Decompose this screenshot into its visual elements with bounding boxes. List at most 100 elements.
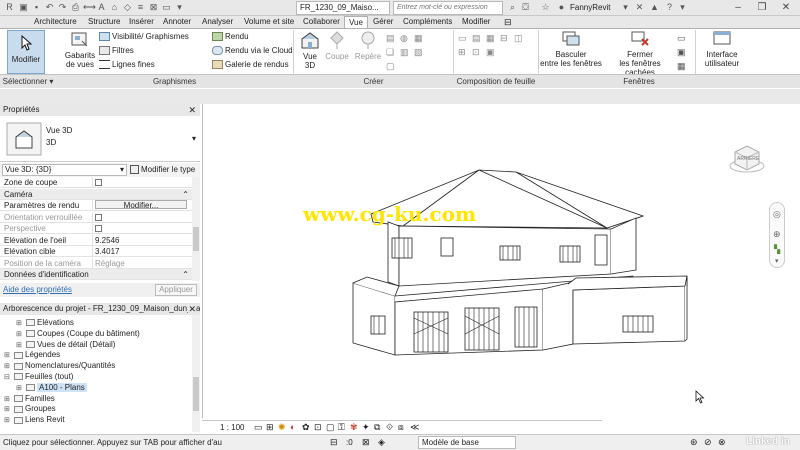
tab-collaborer[interactable]: Collaborer — [299, 16, 344, 28]
tab-analyser[interactable]: Analyser — [198, 16, 237, 28]
select-pinned-icon[interactable]: ⊗ — [718, 437, 726, 448]
3d-view-icon[interactable]: ⌂ — [109, 2, 120, 13]
viewcube[interactable]: ARRIÈRE — [727, 138, 767, 178]
type-dropdown-icon[interactable]: ▾ — [192, 134, 196, 143]
lock-view-icon[interactable]: ⚿ — [338, 422, 345, 433]
expand-icon[interactable]: ⊞ — [4, 416, 12, 426]
tab-gerer[interactable]: Gérer — [369, 16, 397, 28]
legends-icon[interactable]: ▥ — [400, 47, 409, 58]
view-reference-icon[interactable]: ◫ — [514, 33, 523, 44]
section-icon[interactable]: ◇ — [122, 2, 133, 13]
active-only-icon[interactable]: ⊠ — [362, 437, 370, 448]
properties-scrollbar[interactable] — [192, 177, 200, 281]
design-options-icon[interactable]: ◈ — [378, 437, 385, 448]
tree-item[interactable]: ⊞ Groupes — [4, 404, 56, 414]
title-block-icon[interactable]: ▤ — [472, 33, 481, 44]
collapse-icon[interactable]: ⌃ — [182, 189, 189, 200]
select-underlay-icon[interactable]: ⊘ — [704, 437, 712, 448]
app-menu-icon[interactable]: R — [4, 2, 15, 13]
switch-windows-icon[interactable]: ▭ — [161, 2, 172, 13]
close-hidden-windows-button[interactable]: Fermer les fenêtres cachées — [604, 30, 676, 77]
analytical-model-icon[interactable]: ⟐ — [386, 422, 393, 433]
tab-volume-et-site[interactable]: Volume et site — [240, 16, 298, 28]
tree-item[interactable]: ⊞ Liens Revit — [4, 415, 65, 425]
crop-view-icon[interactable]: ⊡ — [314, 422, 322, 433]
user-name[interactable]: FannyRevit — [570, 3, 610, 12]
collapse-icon[interactable]: ⌃ — [182, 269, 189, 280]
expand-icon[interactable]: ⊞ — [16, 384, 24, 394]
tab-complements[interactable]: Compléments — [399, 16, 456, 28]
property-checkbox[interactable] — [92, 177, 190, 188]
thin-lines-button[interactable]: Lignes fines — [99, 60, 155, 70]
elevation-icon[interactable]: ◍ — [400, 33, 408, 44]
ribbon-toggle-icon[interactable]: ⊟ — [500, 16, 516, 28]
expand-icon[interactable]: ⊞ — [16, 341, 24, 351]
expand-icon[interactable]: ⊞ — [16, 330, 24, 340]
temporary-hide-icon[interactable]: ✾ — [350, 422, 358, 433]
checkbox-icon[interactable] — [95, 179, 102, 187]
tree-item[interactable]: ⊞ Légendes — [4, 350, 60, 360]
redo-icon[interactable]: ↷ — [57, 2, 68, 13]
user-dropdown-icon[interactable]: ▾ — [620, 2, 631, 13]
undo-icon[interactable]: ↶ — [44, 2, 55, 13]
tab-annoter[interactable]: Annoter — [159, 16, 195, 28]
properties-close-icon[interactable]: ✕ — [188, 104, 196, 116]
save-icon[interactable]: ▪ — [31, 2, 42, 13]
expand-icon[interactable]: ⊞ — [16, 319, 24, 329]
zoom-icon[interactable]: ⊕ — [773, 229, 781, 240]
model-selector[interactable]: Modèle de base — [418, 436, 516, 449]
tile-icon[interactable]: ▦ — [677, 61, 686, 72]
tab-structure[interactable]: Structure — [84, 16, 124, 28]
property-row[interactable]: Zone de coupe — [0, 177, 192, 188]
expand-icon[interactable]: ⊞ — [4, 362, 12, 372]
type-selector[interactable]: Vue 3D 3D ▾ — [0, 116, 200, 162]
expand-icon[interactable]: ⊞ — [4, 395, 12, 405]
print-icon[interactable]: ⎙ — [70, 2, 81, 13]
switch-windows-button[interactable]: Basculer entre les fenêtres — [540, 30, 602, 68]
open-icon[interactable]: ▣ — [18, 2, 29, 13]
view-scale[interactable]: 1 : 100 — [220, 423, 244, 432]
property-row[interactable]: Elévation de l'oeil 9.2546 — [0, 234, 192, 246]
expand-icon[interactable]: ⊟ — [4, 373, 12, 383]
tree-item[interactable]: ⊞ Nomenclatures/Quantités — [4, 361, 115, 371]
help-icon[interactable]: ? — [664, 2, 675, 13]
property-checkbox[interactable] — [92, 211, 190, 223]
search-input[interactable]: Entrez mot-clé ou expression — [393, 1, 503, 15]
cloud-render-button[interactable]: Rendu via le Cloud — [212, 46, 293, 56]
communication-icon[interactable]: ☆ — [540, 2, 551, 13]
schedules-icon[interactable]: ▧ — [414, 47, 423, 58]
navigation-wheel-icon[interactable]: ▚ — [774, 245, 780, 254]
filters-button[interactable]: Filtres — [99, 46, 134, 56]
quick-access-dropdown-icon[interactable]: ▾ — [174, 2, 185, 13]
help-dropdown-icon[interactable]: ▾ — [677, 2, 688, 13]
worksharing-icon[interactable]: ⧉ — [374, 422, 380, 433]
modify-button[interactable]: Modifier — [7, 30, 45, 74]
steering-wheel-icon[interactable]: ◎ — [773, 209, 781, 220]
render-dialog-icon[interactable]: ✿ — [302, 422, 310, 433]
exchange-icon[interactable]: ✕ — [634, 2, 645, 13]
tree-item[interactable]: ⊞ Coupes (Coupe du bâtiment) — [16, 329, 140, 339]
3d-view-button[interactable]: Vue 3D — [296, 30, 324, 70]
search-icon[interactable]: ⌕ — [507, 2, 518, 13]
tree-item[interactable]: ⊟ Feuilles (tout) — [4, 372, 73, 382]
callout-button[interactable]: Repère — [352, 30, 384, 61]
restore-icon[interactable]: ❐ — [752, 0, 772, 16]
sun-path-icon[interactable]: ✺ — [278, 422, 286, 433]
expand-icon[interactable]: ⊞ — [4, 351, 12, 361]
user-icon[interactable]: ● — [556, 2, 567, 13]
cascade-icon[interactable]: ▣ — [677, 47, 686, 58]
minimize-icon[interactable]: – — [728, 0, 748, 16]
matchline-icon[interactable]: ⊟ — [500, 33, 508, 44]
property-value[interactable]: 9.2546 — [92, 234, 190, 246]
place-view-icon[interactable]: ⊞ — [458, 47, 466, 58]
guide-grid-icon[interactable]: ⊡ — [472, 47, 480, 58]
render-button[interactable]: Rendu — [212, 32, 249, 42]
panel-label-select[interactable]: Sélectionner ▾ — [0, 75, 56, 88]
plan-view-icon[interactable]: ▤ — [386, 33, 395, 44]
tree-item[interactable]: ⊞ Elévations — [16, 318, 74, 328]
property-section[interactable]: Caméra ⌃ — [0, 188, 192, 200]
tree-item[interactable]: ⊞ Familles — [4, 394, 55, 404]
project-browser-close-icon[interactable]: ✕ — [188, 303, 196, 315]
property-value[interactable]: Réglage — [92, 257, 190, 269]
render-gallery-button[interactable]: Galerie de rendus — [212, 60, 289, 70]
